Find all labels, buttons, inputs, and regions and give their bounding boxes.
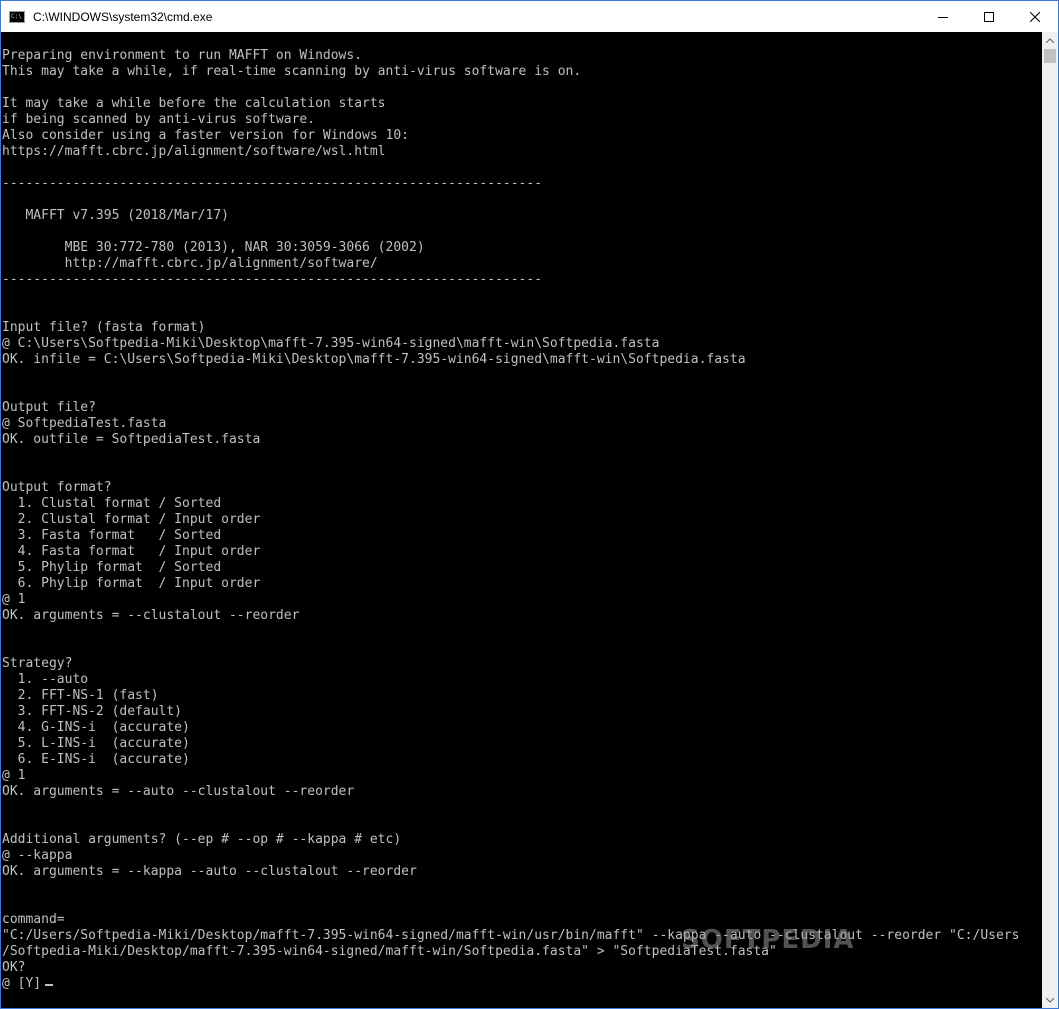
- console-line: Output format?: [2, 480, 112, 495]
- console-line: Output file?: [2, 400, 96, 415]
- console-line: 2. Clustal format / Input order: [2, 512, 261, 527]
- console-line: 3. FFT-NS-2 (default): [2, 704, 183, 719]
- close-button[interactable]: [1012, 1, 1058, 32]
- console-line: command=: [2, 912, 65, 927]
- softpedia-watermark: SOFTPEDIA: [681, 925, 855, 955]
- console-line: ----------------------------------------…: [2, 176, 543, 191]
- title-bar[interactable]: C:\ C:\WINDOWS\system32\cmd.exe: [1, 1, 1058, 32]
- console-line: http://mafft.cbrc.jp/alignment/software/: [2, 256, 378, 271]
- close-icon: [1030, 11, 1040, 22]
- scroll-down-icon: [1046, 997, 1054, 1003]
- console-line: OK. arguments = --clustalout --reorder: [2, 608, 300, 623]
- vertical-scrollbar[interactable]: [1042, 32, 1058, 1008]
- console-line: ----------------------------------------…: [2, 272, 543, 287]
- text-cursor: [45, 984, 54, 986]
- console-line: @ [Y]: [2, 976, 1019, 992]
- console-line: Input file? (fasta format): [2, 320, 206, 335]
- console-line: @ C:\Users\Softpedia-Miki\Desktop\mafft-…: [2, 336, 660, 351]
- console-line: Strategy?: [2, 656, 73, 671]
- console-line: 6. Phylip format / Input order: [2, 576, 261, 591]
- console-line: 4. G-INS-i (accurate): [2, 720, 190, 735]
- console-line: https://mafft.cbrc.jp/alignment/software…: [2, 144, 386, 159]
- console-line: OK?: [2, 960, 26, 975]
- console-line: Additional arguments? (--ep # --op # --k…: [2, 832, 402, 847]
- minimize-button[interactable]: [920, 1, 966, 32]
- console-line: 5. Phylip format / Sorted: [2, 560, 222, 575]
- console-line: OK. outfile = SoftpediaTest.fasta: [2, 432, 261, 447]
- window-title: C:\WINDOWS\system32\cmd.exe: [33, 9, 213, 24]
- console-line: MBE 30:772-780 (2013), NAR 30:3059-3066 …: [2, 240, 425, 255]
- console-line: It may take a while before the calculati…: [2, 96, 386, 111]
- console-line: 3. Fasta format / Sorted: [2, 528, 222, 543]
- console-line: This may take a while, if real-time scan…: [2, 64, 582, 79]
- console-line: 1. Clustal format / Sorted: [2, 496, 222, 511]
- console-line: OK. arguments = --auto --clustalout --re…: [2, 784, 355, 799]
- scroll-down-button[interactable]: [1042, 992, 1058, 1008]
- console-line: "C:/Users/Softpedia-Miki/Desktop/mafft-7…: [2, 928, 1020, 943]
- console-line: if being scanned by anti-virus software.: [2, 112, 316, 127]
- scrollbar-thumb[interactable]: [1044, 49, 1056, 63]
- console-line: @ --kappa: [2, 848, 73, 863]
- console-line: 2. FFT-NS-1 (fast): [2, 688, 159, 703]
- maximize-button[interactable]: [966, 1, 1012, 32]
- console-line: @ 1: [2, 592, 26, 607]
- maximize-icon: [984, 11, 994, 22]
- console-line: /Softpedia-Miki/Desktop/mafft-7.395-win6…: [2, 944, 777, 959]
- scroll-up-button[interactable]: [1042, 32, 1058, 48]
- console-line: @ 1: [2, 768, 26, 783]
- console-output[interactable]: Preparing environment to run MAFFT on Wi…: [1, 32, 1041, 1008]
- console-line: 5. L-INS-i (accurate): [2, 736, 190, 751]
- console-line: 1. --auto: [2, 672, 89, 687]
- console-line: 6. E-INS-i (accurate): [2, 752, 190, 767]
- console-line: Also consider using a faster version for…: [2, 128, 409, 143]
- console-line: 4. Fasta format / Input order: [2, 544, 261, 559]
- console-line: @ SoftpediaTest.fasta: [2, 416, 167, 431]
- console-lines: Preparing environment to run MAFFT on Wi…: [2, 48, 1019, 992]
- console-line: OK. arguments = --kappa --auto --clustal…: [2, 864, 417, 879]
- minimize-icon: [938, 16, 948, 18]
- console-line: MAFFT v7.395 (2018/Mar/17): [2, 208, 229, 223]
- cmd-window: C:\ C:\WINDOWS\system32\cmd.exe Preparin…: [0, 0, 1059, 1009]
- scroll-up-icon: [1046, 37, 1054, 43]
- cmd-app-icon[interactable]: C:\: [9, 10, 25, 23]
- console-line: Preparing environment to run MAFFT on Wi…: [2, 48, 363, 63]
- console-line: OK. infile = C:\Users\Softpedia-Miki\Des…: [2, 352, 746, 367]
